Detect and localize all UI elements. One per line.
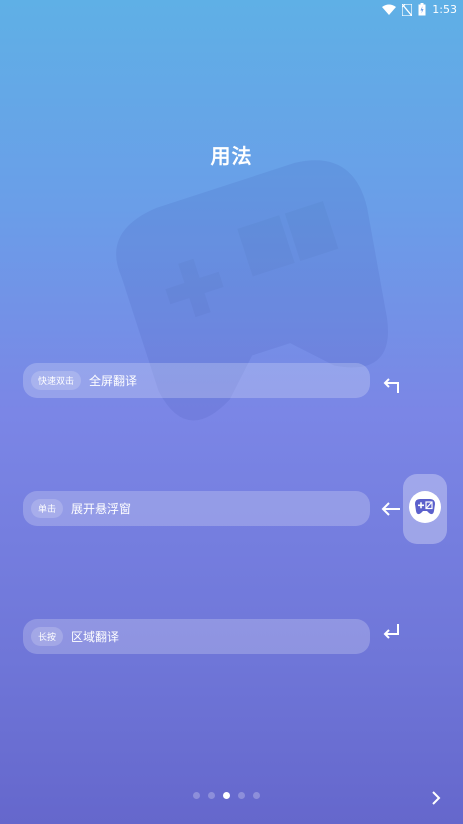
page-title: 用法 bbox=[210, 144, 253, 168]
wifi-icon bbox=[382, 4, 397, 15]
gamepad-translate-icon bbox=[415, 499, 435, 515]
gesture-row-double-tap: 快速双击 全屏翻译 bbox=[23, 363, 370, 398]
status-bar: 1:53 bbox=[0, 0, 463, 20]
gesture-badge: 单击 bbox=[31, 499, 64, 518]
gesture-row-long-press: 长按 区域翻译 bbox=[23, 619, 370, 654]
arrow-left-icon bbox=[381, 502, 400, 516]
curved-arrow-up-icon bbox=[383, 378, 399, 393]
page-dot[interactable] bbox=[193, 792, 200, 799]
page-dot[interactable] bbox=[238, 792, 245, 799]
page-indicator bbox=[193, 792, 260, 799]
floating-translate-widget[interactable] bbox=[403, 474, 447, 544]
status-time: 1:53 bbox=[432, 3, 457, 16]
gesture-badge: 长按 bbox=[31, 627, 64, 646]
float-ball[interactable] bbox=[409, 491, 441, 523]
gesture-badge: 快速双击 bbox=[31, 371, 82, 390]
chevron-right-icon[interactable] bbox=[426, 788, 446, 808]
gesture-label: 全屏翻译 bbox=[89, 374, 138, 388]
curved-arrow-down-icon bbox=[383, 624, 399, 639]
page-dot[interactable] bbox=[253, 792, 260, 799]
page-dot-active[interactable] bbox=[223, 792, 230, 799]
battery-charging-icon bbox=[418, 3, 426, 16]
gesture-row-single-tap: 单击 展开悬浮窗 bbox=[23, 491, 370, 526]
gesture-label: 区域翻译 bbox=[71, 630, 120, 644]
gesture-label: 展开悬浮窗 bbox=[71, 502, 132, 516]
page-dot[interactable] bbox=[208, 792, 215, 799]
no-sim-icon bbox=[402, 3, 413, 16]
